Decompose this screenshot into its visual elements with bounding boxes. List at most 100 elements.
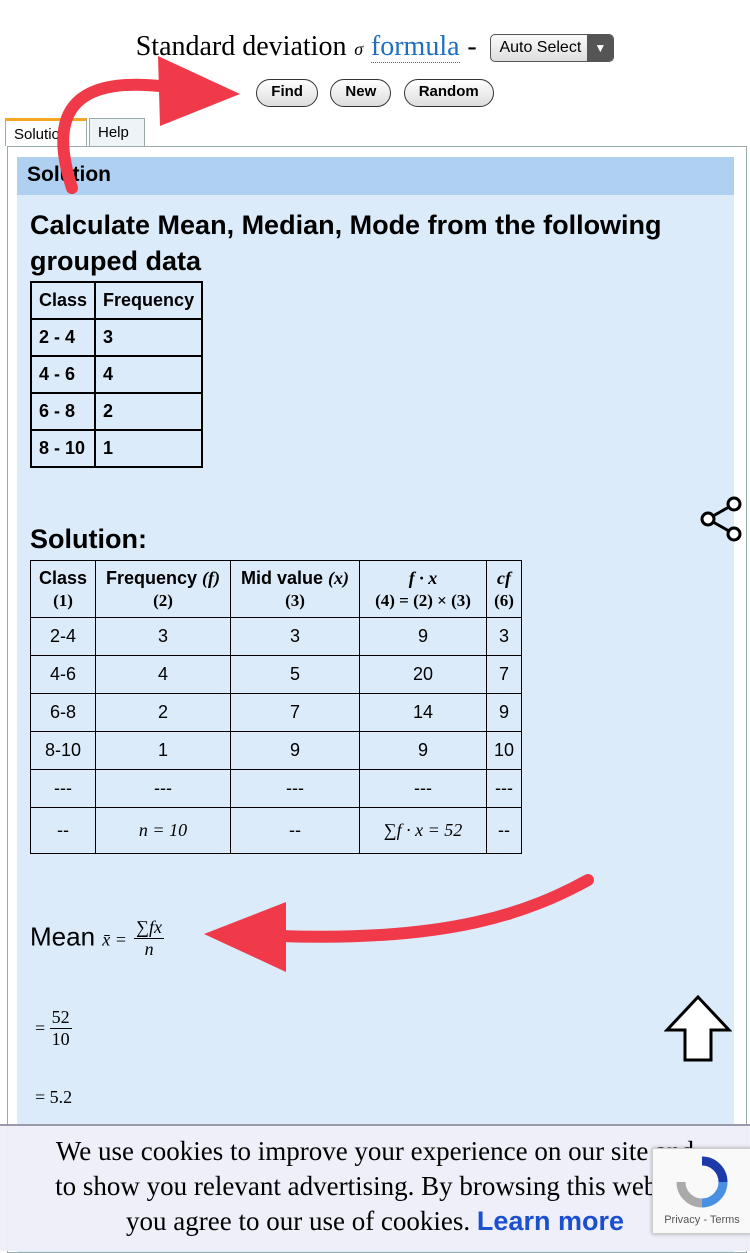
table-row: 6-8 2 7 14 9: [30, 693, 522, 732]
random-button[interactable]: Random: [403, 79, 494, 107]
cookie-text: you agree to our use of cookies.: [126, 1206, 471, 1236]
new-button[interactable]: New: [330, 79, 392, 107]
sigma-symbol: σ: [354, 39, 364, 59]
mean-label: Mean: [30, 921, 96, 952]
column-header: Class: [29, 281, 97, 320]
fraction-numerator: 52: [49, 1007, 72, 1029]
learn-more-link[interactable]: Learn more: [477, 1206, 624, 1236]
header-label: Frequency: [105, 567, 198, 588]
table-cell: 10: [486, 731, 522, 770]
table-cell: 9: [359, 731, 487, 770]
mean-formula: Mean x̄ = ∑fx n: [30, 917, 164, 960]
table-cell: --: [230, 807, 360, 854]
table-cell: 3: [230, 617, 360, 656]
title-dash: -: [467, 31, 477, 62]
recaptcha-badge[interactable]: Privacy - Terms: [652, 1148, 750, 1234]
table-row: 4 - 64: [29, 355, 204, 394]
table-row: 4-6 4 5 20 7: [30, 655, 522, 694]
table-cell: 7: [486, 655, 522, 694]
table-cell: 4: [95, 655, 231, 694]
table-cell: ---: [30, 769, 96, 808]
table-cell: ---: [230, 769, 360, 808]
fraction-denominator: n: [144, 939, 154, 959]
formula-link[interactable]: formula: [370, 31, 460, 63]
header-sub: (3): [285, 590, 305, 610]
table-row: 8-10 1 9 9 10: [30, 731, 522, 770]
table-cell: 1: [95, 731, 231, 770]
table-cell: 14: [359, 693, 487, 732]
table-cell: 3: [94, 318, 204, 357]
solution-panel: Solution Calculate Mean, Median, Mode fr…: [7, 146, 747, 1253]
table-row: --- --- --- --- ---: [30, 769, 522, 808]
table-cell: 1: [94, 429, 204, 468]
solution-table: Class (1) Frequency (f) (2) Mid value (x) (…: [30, 560, 522, 854]
mean-step-1: = 52 10: [35, 1007, 72, 1050]
table-header-row: Class Frequency: [29, 281, 204, 320]
recaptcha-icon: [676, 1156, 728, 1208]
table-cell: 2: [95, 693, 231, 732]
table-cell: 6-8: [30, 693, 96, 732]
column-header: Frequency (f) (2): [95, 560, 231, 618]
table-row: 6 - 82: [29, 392, 204, 431]
mean-symbol: x̄ =: [102, 929, 127, 950]
column-header: Class (1): [30, 560, 96, 618]
input-table: Class Frequency 2 - 43 4 - 64 6 - 82 8 -…: [29, 281, 204, 468]
table-cell: 5: [230, 655, 360, 694]
table-cell: 6 - 8: [29, 392, 97, 431]
table-cell: 20: [359, 655, 487, 694]
table-cell: 9: [359, 617, 487, 656]
step-equals: =: [35, 1018, 46, 1038]
cookie-banner: We use cookies to improve your experienc…: [0, 1124, 750, 1251]
mean-fraction: ∑fx n: [134, 917, 164, 960]
header-label: Mid value: [240, 567, 323, 588]
recaptcha-label[interactable]: Privacy - Terms: [653, 1214, 750, 1226]
header-label: f · x: [408, 567, 438, 588]
table-cell: 2: [94, 392, 204, 431]
table-cell: --: [486, 807, 522, 854]
solution-heading: Solution:: [30, 524, 147, 554]
table-cell: 3: [95, 617, 231, 656]
table-row: 2-4 3 3 9 3: [30, 617, 522, 656]
chevron-down-icon: ▼: [587, 34, 614, 61]
solution-content: Solution Calculate Mean, Median, Mode fr…: [17, 157, 734, 1252]
table-cell: ---: [486, 769, 522, 808]
table-cell: ∑f · x = 52: [359, 807, 487, 854]
column-header: f · x (4) = (2) × (3): [359, 560, 487, 618]
cookie-text-line: to show you relevant advertising. By bro…: [55, 1171, 695, 1201]
auto-select-value: Auto Select: [499, 38, 582, 56]
header-var: (x): [328, 567, 350, 588]
cookie-text-line: you agree to our use of cookies. Learn m…: [0, 1204, 750, 1239]
table-cell: 2-4: [30, 617, 96, 656]
table-cell: 3: [486, 617, 522, 656]
table-cell: ---: [359, 769, 487, 808]
annotation-arrow-icon: [204, 874, 594, 972]
annotation-arrow-icon: [57, 56, 240, 194]
table-row: -- n = 10 -- ∑f · x = 52 --: [30, 807, 522, 854]
table-cell: --: [30, 807, 96, 854]
table-cell: 4-6: [30, 655, 96, 694]
question-title: Calculate Mean, Median, Mode from the fo…: [30, 210, 662, 276]
table-cell: 7: [230, 693, 360, 732]
header-var: (f): [202, 567, 221, 588]
table-row: 8 - 10 1: [29, 429, 204, 468]
column-header: cf (6): [486, 560, 522, 618]
table-cell: 2 - 4: [29, 318, 97, 357]
table-cell: 4: [94, 355, 204, 394]
header-sub: (1): [53, 590, 73, 610]
table-cell: 9: [230, 731, 360, 770]
header-label: Class: [38, 567, 88, 588]
auto-select-dropdown[interactable]: Auto Select ▼: [490, 33, 615, 62]
scroll-top-arrow-icon[interactable]: [664, 994, 732, 1064]
column-header: Frequency: [94, 281, 204, 320]
header-sub: (6): [494, 590, 514, 610]
table-cell: 8 - 10: [29, 429, 97, 468]
share-icon[interactable]: [698, 496, 744, 542]
header-label: cf: [497, 567, 511, 588]
table-row: 2 - 43: [29, 318, 204, 357]
table-cell: 8-10: [30, 731, 96, 770]
header-sub: (4) = (2) × (3): [375, 590, 471, 610]
table-cell: 9: [486, 693, 522, 732]
fraction-denominator: 10: [51, 1029, 70, 1049]
table-header-row: Class (1) Frequency (f) (2) Mid value (x) (…: [30, 560, 522, 618]
table-cell: 4 - 6: [29, 355, 97, 394]
